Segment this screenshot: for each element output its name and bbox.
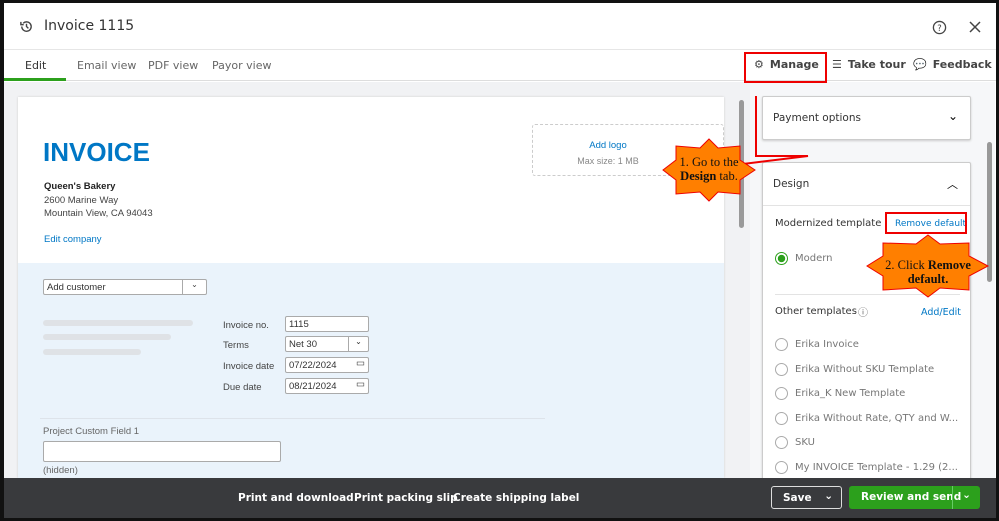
skeleton-line: [43, 320, 193, 326]
invoice-date-label: Invoice date: [223, 361, 275, 372]
chevron-down-icon[interactable]: ⌄: [952, 486, 980, 509]
radio-label-template: Erika Without Rate, QTY and W...: [795, 412, 959, 424]
chevron-down-icon[interactable]: ⌄: [824, 490, 833, 502]
custom-field-input[interactable]: [43, 441, 281, 462]
callout-step-2: 2. Click Remove default.: [878, 258, 978, 286]
radio-label-template: Erika_K New Template: [795, 388, 906, 399]
tab-email-view[interactable]: Email view: [77, 59, 136, 72]
review-send-button[interactable]: Review and send ⌄: [849, 486, 980, 509]
chevron-down-icon: ⌄: [947, 109, 958, 123]
svg-text:?: ?: [937, 23, 941, 33]
radio-template[interactable]: [775, 460, 788, 474]
view-tabs: Edit Email view PDF view Payor view ⚙ Man…: [0, 51, 999, 81]
divider: [40, 418, 545, 419]
highlight-manage: [744, 52, 827, 83]
help-icon[interactable]: ?: [932, 20, 947, 35]
due-date-input[interactable]: 08/21/2024 ▭: [285, 378, 369, 394]
save-label: Save: [783, 492, 812, 504]
other-templates-label: Other templates: [775, 306, 857, 317]
divider: [763, 205, 970, 206]
review-send-label: Review and send: [861, 491, 962, 503]
feedback-label: Feedback: [932, 58, 992, 71]
terms-value: Net 30: [289, 339, 317, 350]
radio-template[interactable]: [775, 338, 788, 351]
due-date-value: 08/21/2024: [289, 381, 337, 392]
active-tab-indicator: [4, 78, 66, 81]
company-address-1: 2600 Marine Way: [44, 195, 119, 206]
calendar-icon[interactable]: ▭: [356, 379, 365, 390]
step-1-bold: Design: [680, 169, 717, 183]
close-icon[interactable]: [969, 21, 981, 33]
highlight-remove-default: [885, 212, 967, 234]
invoice-date-input[interactable]: 07/22/2024 ▭: [285, 357, 369, 373]
history-icon[interactable]: [19, 19, 34, 34]
step-2-bold-2: default.: [907, 272, 949, 286]
design-panel: Design ︿ Modernized template Remove defa…: [762, 162, 971, 482]
chevron-down-icon: ⌄: [182, 280, 206, 294]
step-2-text: 2. Click: [885, 258, 928, 272]
create-shipping-label-button[interactable]: Create shipping label: [453, 492, 579, 504]
step-2-bold: Remove: [927, 258, 971, 272]
add-edit-link[interactable]: Add/Edit: [921, 307, 961, 318]
radio-modern[interactable]: [775, 252, 788, 265]
step-1-tail: tab.: [716, 169, 738, 183]
feedback-icon: 💬: [913, 58, 927, 71]
due-date-label: Due date: [223, 382, 262, 393]
tab-edit[interactable]: Edit: [25, 59, 46, 72]
edit-company-link[interactable]: Edit company: [44, 234, 102, 245]
terms-select[interactable]: Net 30 ⌄: [285, 336, 369, 352]
radio-template[interactable]: [775, 387, 788, 400]
custom-field-note: (hidden): [43, 465, 78, 476]
skeleton-line: [43, 349, 141, 355]
radio-label-template: Erika Invoice: [795, 339, 859, 350]
skeleton-line: [43, 334, 171, 340]
custom-field-label: Project Custom Field 1: [43, 426, 140, 437]
chevron-down-icon: ⌄: [348, 337, 368, 351]
customer-placeholder: Add customer: [47, 282, 106, 293]
page-title: Invoice 1115: [44, 18, 135, 34]
invoice-heading: INVOICE: [43, 137, 150, 167]
feedback-button[interactable]: 💬 Feedback: [913, 58, 992, 71]
step-1-text: 1. Go to the: [679, 155, 739, 169]
take-tour-label: Take tour: [847, 58, 906, 71]
print-download-button[interactable]: Print and download: [238, 492, 354, 504]
save-button[interactable]: Save ⌄: [771, 486, 842, 509]
calendar-icon[interactable]: ▭: [356, 358, 365, 369]
customer-select[interactable]: Add customer ⌄: [43, 279, 207, 295]
company-address-2: Mountain View, CA 94043: [44, 208, 153, 219]
invoice-no-input[interactable]: 1115: [285, 316, 369, 332]
tour-icon: ☰: [832, 58, 842, 71]
help-icon[interactable]: ⓘ: [858, 304, 868, 319]
take-tour-button[interactable]: ☰ Take tour: [832, 58, 906, 71]
radio-label-modern: Modern: [795, 253, 833, 264]
header: Invoice 1115 ?: [0, 0, 999, 50]
radio-label-template: My INVOICE Template - 1.29 (2...: [795, 461, 958, 473]
radio-template[interactable]: [775, 362, 788, 376]
modernized-template-label: Modernized template: [775, 218, 882, 229]
print-packing-slip-button[interactable]: Print packing slip: [354, 492, 458, 504]
radio-template[interactable]: [775, 436, 788, 449]
tab-payor-view[interactable]: Payor view: [212, 59, 271, 72]
callout-step-1: 1. Go to the Design tab.: [670, 155, 748, 183]
invoice-no-label: Invoice no.: [223, 320, 269, 331]
radio-label-template: SKU: [795, 437, 815, 448]
radio-template[interactable]: [775, 411, 788, 425]
terms-label: Terms: [223, 340, 249, 351]
tab-pdf-view[interactable]: PDF view: [148, 59, 198, 72]
chevron-up-icon[interactable]: ︿: [947, 176, 958, 192]
invoice-date-value: 07/22/2024: [289, 360, 337, 371]
company-name: Queen's Bakery: [44, 181, 116, 192]
radio-label-template: Erika Without SKU Template: [795, 363, 935, 375]
